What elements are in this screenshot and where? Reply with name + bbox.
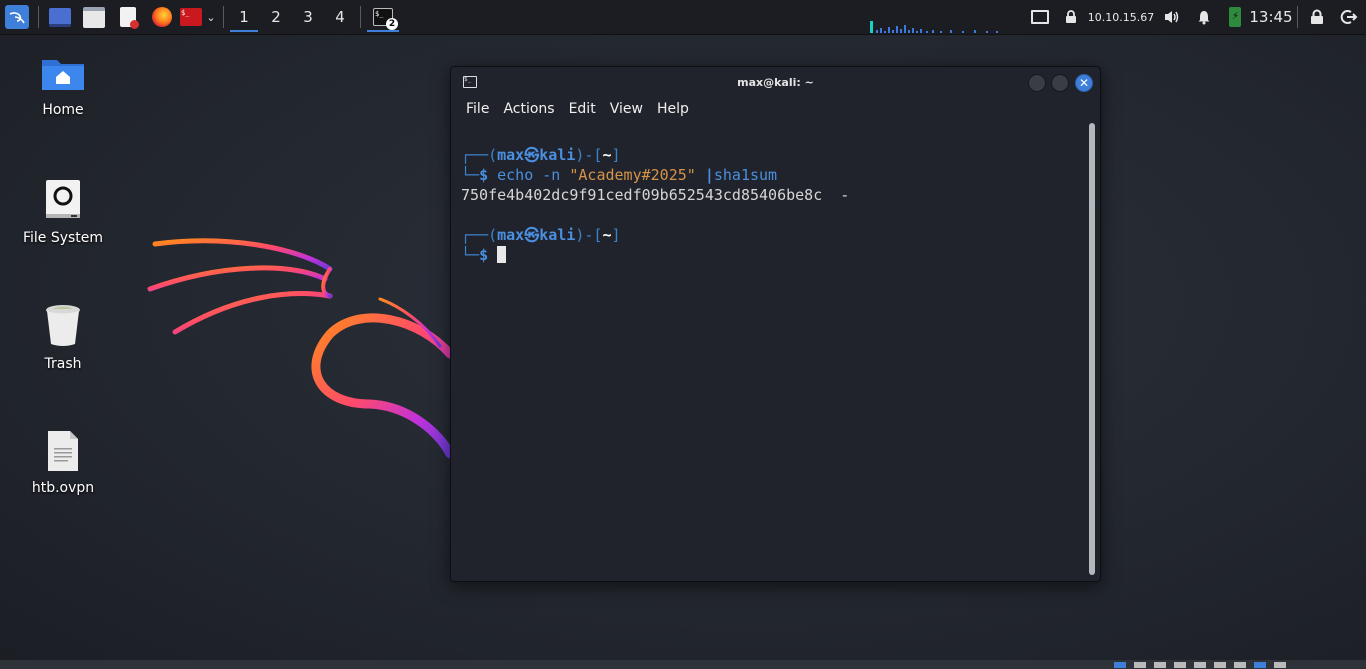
terminal-scrollbar[interactable] [1089, 123, 1095, 575]
prompt-line: ┌──(max㉿kali)-[~] [461, 146, 621, 164]
menu-view[interactable]: View [603, 101, 650, 117]
window-count-badge: 2 [386, 18, 398, 30]
skull-icon: ㉿ [524, 226, 540, 244]
terminal-launcher[interactable]: $_ [179, 0, 203, 34]
window-title: max@kali: ~ [737, 75, 814, 89]
workspace-label: 2 [271, 8, 281, 26]
system-tray: 10.10.15.67 ⚡ 13:45 [1023, 0, 1366, 34]
terminal-emulator-icon: $_ [180, 8, 202, 26]
workspace-1[interactable]: 1 [228, 0, 260, 34]
prompt-host: kali [539, 146, 576, 164]
workspace-label: 3 [303, 8, 313, 26]
panel-separator [38, 6, 39, 28]
speaker-icon [1165, 11, 1179, 23]
taskbar-terminal-window[interactable]: $_ 2 [365, 0, 401, 34]
chevron-down-icon: ⌄ [206, 10, 216, 24]
close-icon: ✕ [1078, 76, 1090, 90]
text-file-icon [48, 431, 78, 471]
firefox-launcher[interactable] [145, 0, 179, 34]
clock[interactable]: 13:45 [1249, 0, 1293, 34]
terminal-output[interactable]: ┌──(max㉿kali)-[~] └─$ echo -n "Academy#2… [461, 145, 1086, 577]
desktop-icon-label: htb.ovpn [31, 480, 95, 496]
home-folder-icon [42, 60, 84, 90]
desktop-icon-file-system[interactable]: File System [8, 178, 118, 246]
terminal-icon: $_ 2 [373, 8, 398, 30]
bell-icon [1198, 11, 1210, 25]
kali-dragon-icon [5, 5, 29, 29]
monitor-icon [1031, 10, 1049, 24]
volume-button[interactable] [1157, 0, 1187, 34]
desktop-icon-home[interactable]: Home [8, 54, 118, 118]
minimize-button[interactable] [1028, 74, 1046, 92]
command-output: 750fe4b402dc9f91cedf09b652543cd85406be8c… [461, 186, 850, 204]
menu-edit[interactable]: Edit [562, 101, 603, 117]
prompt-user: max [497, 146, 525, 164]
battery-icon: ⚡ [1229, 7, 1241, 27]
ip-address-label: 10.10.15.67 [1087, 10, 1155, 24]
desktop-icon-label: Trash [44, 356, 82, 372]
lock-network-icon [1066, 10, 1076, 23]
desktop-icon-label: File System [22, 230, 104, 246]
menu-file[interactable]: File [459, 101, 496, 117]
bottom-panel [0, 660, 1366, 669]
command-pipe-target: sha1sum [713, 166, 778, 184]
command-flag: -n [542, 166, 561, 184]
text-editor-icon [120, 7, 139, 29]
show-desktop-button[interactable] [43, 0, 77, 34]
top-panel: $_ ⌄ 1 2 3 4 $_ 2 10.10.15.67 ⚡ 13:45 [0, 0, 1366, 35]
hard-drive-icon [46, 180, 80, 218]
workspace-label: 1 [239, 8, 249, 26]
prompt-host: kali [539, 226, 576, 244]
panel-separator [1297, 6, 1298, 28]
kali-menu-button[interactable] [0, 0, 34, 34]
logout-button[interactable] [1332, 0, 1366, 34]
maximize-button[interactable] [1051, 74, 1069, 92]
desktop-icon-label: Home [42, 102, 84, 118]
prompt-line: ┌──(max㉿kali)-[~] [461, 226, 621, 244]
command-pipe: | [704, 166, 714, 184]
vpn-button[interactable] [1057, 0, 1085, 34]
lock-screen-button[interactable] [1302, 0, 1332, 34]
terminal-window: $_ max@kali: ~ ✕ File Actions Edit View … [450, 66, 1101, 582]
text-editor-launcher[interactable] [111, 0, 145, 34]
file-manager-launcher[interactable] [77, 0, 111, 34]
screen-button[interactable] [1023, 0, 1057, 34]
desktop-icon-htb-ovpn[interactable]: htb.ovpn [8, 430, 118, 496]
lock-icon [1311, 9, 1323, 24]
command-name: echo [497, 166, 534, 184]
text-cursor [497, 246, 507, 263]
logout-icon [1340, 10, 1358, 24]
desktop-icon [49, 7, 71, 27]
skull-icon: ㉿ [524, 146, 540, 164]
workspace-3[interactable]: 3 [292, 0, 324, 34]
command-string: "Academy#2025" [569, 166, 696, 184]
workspace-4[interactable]: 4 [324, 0, 356, 34]
firefox-icon [152, 7, 172, 27]
prompt-user: max [497, 226, 525, 244]
notifications-button[interactable] [1187, 0, 1221, 34]
panel-separator [360, 6, 361, 28]
terminal-window-icon: $_ [463, 76, 477, 88]
menu-actions[interactable]: Actions [496, 101, 561, 117]
workspace-label: 4 [335, 8, 345, 26]
file-manager-icon [83, 6, 105, 28]
cpu-graph [870, 18, 1000, 33]
panel-separator [223, 6, 224, 28]
desktop-icon-trash[interactable]: Trash [8, 302, 118, 372]
kali-dragon-logo [147, 238, 455, 459]
battery-button[interactable]: ⚡ [1221, 0, 1249, 34]
trash-icon [46, 305, 80, 346]
launcher-dropdown[interactable]: ⌄ [203, 0, 219, 34]
active-command-line[interactable]: └─$ [461, 245, 1086, 265]
menu-help[interactable]: Help [650, 101, 696, 117]
window-titlebar[interactable]: $_ max@kali: ~ ✕ [451, 67, 1100, 97]
terminal-menubar: File Actions Edit View Help [451, 97, 1100, 121]
workspace-2[interactable]: 2 [260, 0, 292, 34]
close-button[interactable]: ✕ [1075, 74, 1093, 92]
bottom-tray-icons [1114, 662, 1286, 668]
command-line: └─$ echo -n "Academy#2025" |sha1sum [461, 166, 778, 184]
